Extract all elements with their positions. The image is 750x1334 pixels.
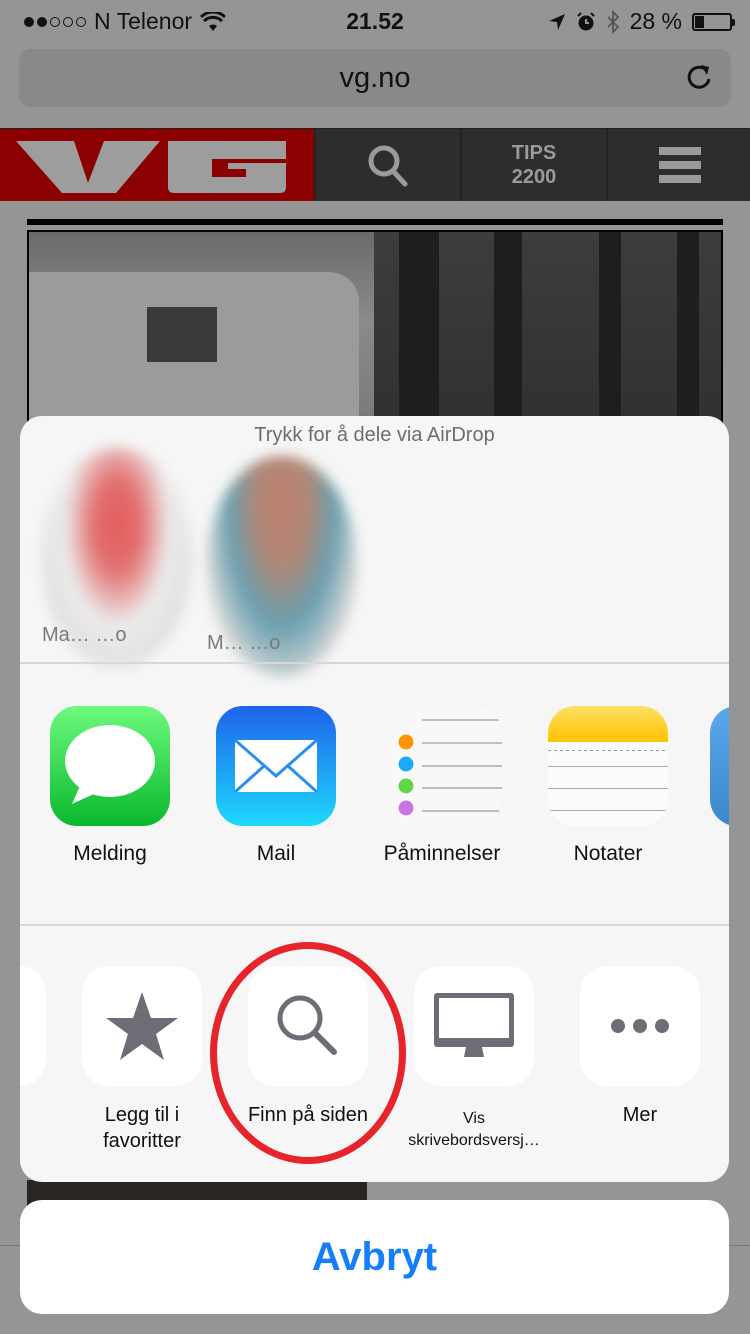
action-partial[interactable] (20, 966, 56, 1086)
vg-logo-mark (16, 141, 286, 193)
messages-icon (50, 706, 170, 826)
action-icon-box (414, 966, 534, 1086)
app-label: Mail (256, 842, 296, 865)
search-icon (368, 145, 408, 187)
action-label: Finn på siden (247, 1104, 369, 1126)
status-bar: N Telenor 21.52 28 % (0, 0, 750, 42)
reminders-icon (382, 706, 502, 826)
share-app-partial[interactable] (710, 706, 729, 826)
battery-icon (692, 12, 735, 31)
signal-strength-icon (24, 16, 86, 27)
vg-logo[interactable] (0, 129, 314, 201)
action-find-on-page[interactable]: Finn på siden (238, 966, 378, 1128)
site-search-button[interactable] (314, 129, 460, 201)
share-app-notes[interactable]: Notater (543, 706, 673, 866)
app-label: Melding (73, 842, 147, 865)
share-sheet: Trykk for å dele via AirDrop Ma… …o M… …… (20, 416, 729, 1182)
contact-name: Ma… …o (42, 624, 127, 646)
action-icon-partial (20, 966, 46, 1086)
notes-icon (548, 706, 668, 826)
location-arrow-icon (548, 13, 565, 30)
airdrop-title: Trykk for å dele via AirDrop (254, 424, 495, 446)
divider (20, 924, 729, 926)
url-text[interactable]: vg.no (19, 62, 731, 95)
more-icon (611, 1019, 669, 1033)
airdrop-contact[interactable]: Ma… …o (42, 448, 192, 668)
action-label: Legg til i favoritter (103, 1104, 181, 1152)
carrier-name: N Telenor (94, 8, 193, 34)
tips-button[interactable]: TIPS 2200 (460, 129, 606, 201)
hamburger-menu-icon[interactable] (606, 129, 750, 201)
action-icon-box (82, 966, 202, 1086)
alarm-icon (576, 11, 595, 30)
cancel-button[interactable]: Avbryt (20, 1200, 729, 1314)
action-label: Mer (622, 1104, 658, 1126)
action-request-desktop-site[interactable]: Vis skrivebordsversj… (404, 966, 544, 1152)
tips-label: TIPS (511, 142, 557, 164)
contact-name: M… …o (207, 632, 281, 654)
site-header: TIPS 2200 (0, 128, 750, 201)
divider (20, 662, 729, 664)
mail-icon (216, 706, 336, 826)
action-icon-box (580, 966, 700, 1086)
action-label: Vis skrivebordsversj… (408, 1110, 540, 1149)
desktop-icon (434, 993, 514, 1057)
app-label: Påminnelser (383, 842, 501, 865)
battery-percentage: 28 % (629, 8, 682, 34)
app-label: Notater (573, 842, 643, 865)
search-icon (277, 995, 337, 1055)
wifi-icon (200, 11, 227, 31)
reload-icon[interactable] (683, 61, 715, 93)
airdrop-contact[interactable]: M… …o (207, 456, 357, 676)
share-app-reminders[interactable]: Påminnelser (377, 706, 507, 866)
share-app-messages[interactable]: Melding (45, 706, 175, 866)
share-app-mail[interactable]: Mail (211, 706, 341, 866)
action-add-favorites[interactable]: Legg til i favoritter (72, 966, 212, 1154)
address-bar[interactable]: vg.no (19, 49, 731, 107)
action-icon-box (248, 966, 368, 1086)
tips-number: 2200 (511, 166, 557, 188)
star-icon (106, 992, 178, 1060)
app-icon-partial (710, 706, 729, 826)
divider (27, 219, 723, 225)
action-more[interactable]: Mer (570, 966, 710, 1128)
bluetooth-icon (606, 9, 619, 34)
